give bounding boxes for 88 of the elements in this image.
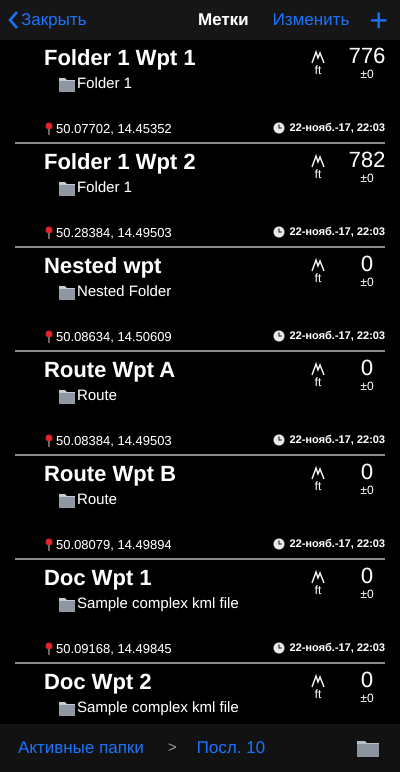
pin-icon bbox=[45, 538, 53, 551]
coordinates: 50.08079, 14.49894 bbox=[56, 536, 172, 554]
folder-icon bbox=[58, 700, 76, 717]
coordinates: 50.07702, 14.45352 bbox=[56, 120, 172, 138]
waypoint-row[interactable]: Folder 1 Wpt 1 Folder 1 ft 776 ±0 50.07702, 14.45352 22-нояб.-17, 22:03 bbox=[15, 40, 385, 144]
timestamp: 22-нояб.-17, 22:03 bbox=[289, 329, 385, 344]
elevation-value: 782 bbox=[348, 148, 386, 172]
mountain-icon bbox=[311, 50, 325, 64]
folder-icon[interactable] bbox=[356, 738, 380, 758]
folder-name: Nested Folder bbox=[77, 282, 172, 302]
waypoint-name: Route Wpt B bbox=[44, 460, 176, 488]
folder-name: Sample complex kml file bbox=[77, 594, 239, 614]
folder-icon bbox=[58, 388, 76, 405]
waypoint-name: Doc Wpt 1 bbox=[44, 564, 152, 592]
mountain-icon bbox=[311, 466, 325, 480]
folder-icon bbox=[58, 492, 76, 509]
accuracy-value: ±0 bbox=[360, 484, 374, 496]
elevation-value: 0 bbox=[360, 356, 374, 380]
coordinates: 50.09168, 14.49845 bbox=[56, 640, 172, 658]
accuracy-value: ±0 bbox=[360, 692, 374, 704]
edit-button[interactable]: Изменить bbox=[272, 7, 350, 33]
pin-icon bbox=[45, 226, 53, 239]
screen-title: Метки bbox=[198, 9, 249, 32]
unit-label: ft bbox=[314, 272, 322, 285]
elevation-value: 0 bbox=[360, 252, 374, 276]
clock-icon bbox=[273, 122, 286, 134]
waypoint-row[interactable]: Route Wpt B Route ft 0 ±0 50.08079, 14.49894 22-нояб.-17, 22:03 bbox=[15, 456, 385, 560]
recent-link[interactable]: Посл. 10 bbox=[196, 735, 266, 761]
mountain-icon bbox=[311, 154, 325, 168]
unit-label: ft bbox=[314, 480, 322, 493]
active-folders-link[interactable]: Активные папки bbox=[18, 735, 144, 761]
unit-label: ft bbox=[314, 168, 322, 181]
waypoint-name: Nested wpt bbox=[44, 252, 162, 280]
mountain-icon bbox=[311, 258, 325, 272]
timestamp: 22-нояб.-17, 22:03 bbox=[289, 641, 385, 656]
folder-name: Sample complex kml file bbox=[77, 698, 239, 718]
waypoint-row[interactable]: Folder 1 Wpt 2 Folder 1 ft 782 ±0 50.28384, 14.49503 22-нояб.-17, 22:03 bbox=[15, 144, 385, 248]
coordinates: 50.28384, 14.49503 bbox=[56, 224, 172, 242]
elevation-value: 776 bbox=[348, 44, 386, 68]
folder-icon bbox=[58, 596, 76, 613]
timestamp: 22-нояб.-17, 22:03 bbox=[289, 537, 385, 552]
mountain-icon bbox=[311, 570, 325, 584]
folder-icon bbox=[58, 180, 76, 197]
pin-icon bbox=[45, 330, 53, 343]
waypoint-row[interactable]: Route Wpt A Route ft 0 ±0 50.08384, 14.49503 22-нояб.-17, 22:03 bbox=[15, 352, 385, 456]
unit-label: ft bbox=[314, 688, 322, 701]
timestamp: 22-нояб.-17, 22:03 bbox=[289, 121, 385, 136]
mountain-icon bbox=[311, 362, 325, 376]
pin-icon bbox=[45, 122, 53, 135]
accuracy-value: ±0 bbox=[360, 380, 374, 392]
accuracy-value: ±0 bbox=[360, 588, 374, 600]
folder-name: Route bbox=[77, 490, 118, 510]
breadcrumb-separator: > bbox=[168, 738, 177, 758]
elevation-value: 0 bbox=[360, 460, 374, 484]
coordinates: 50.08384, 14.49503 bbox=[56, 432, 172, 450]
clock-icon bbox=[273, 226, 286, 238]
coordinates: 50.08634, 14.50609 bbox=[56, 328, 172, 346]
timestamp: 22-нояб.-17, 22:03 bbox=[289, 225, 385, 240]
unit-label: ft bbox=[314, 584, 322, 597]
waypoint-row[interactable]: Nested wpt Nested Folder ft 0 ±0 50.08634, 14.50609 22-нояб.-17, 22:03 bbox=[15, 248, 385, 352]
chevron-left-icon bbox=[8, 10, 19, 30]
back-button[interactable]: Закрыть bbox=[8, 7, 86, 33]
accuracy-value: ±0 bbox=[360, 276, 374, 288]
waypoint-name: Doc Wpt 2 bbox=[44, 668, 152, 696]
add-button[interactable]: + bbox=[369, 4, 388, 36]
clock-icon bbox=[273, 434, 286, 446]
waypoint-name: Folder 1 Wpt 2 bbox=[44, 148, 196, 176]
accuracy-value: ±0 bbox=[360, 68, 374, 80]
folder-icon bbox=[58, 76, 76, 93]
elevation-value: 0 bbox=[360, 668, 374, 692]
pin-icon bbox=[45, 642, 53, 655]
timestamp: 22-нояб.-17, 22:03 bbox=[289, 433, 385, 448]
clock-icon bbox=[273, 330, 286, 342]
waypoint-name: Folder 1 Wpt 1 bbox=[44, 44, 196, 72]
waypoint-row[interactable]: Doc Wpt 1 Sample complex kml file ft 0 ±0 50.09168, 14.49845 22-нояб.-17, 22:03 bbox=[15, 560, 385, 664]
waypoint-name: Route Wpt A bbox=[44, 356, 176, 384]
clock-icon bbox=[273, 642, 286, 654]
unit-label: ft bbox=[314, 376, 322, 389]
elevation-value: 0 bbox=[360, 564, 374, 588]
unit-label: ft bbox=[314, 64, 322, 77]
mountain-icon bbox=[311, 674, 325, 688]
folder-name: Route bbox=[77, 386, 118, 406]
folder-name: Folder 1 bbox=[77, 74, 132, 94]
clock-icon bbox=[273, 538, 286, 550]
folder-icon bbox=[58, 284, 76, 301]
accuracy-value: ±0 bbox=[360, 172, 374, 184]
folder-name: Folder 1 bbox=[77, 178, 132, 198]
pin-icon bbox=[45, 434, 53, 447]
